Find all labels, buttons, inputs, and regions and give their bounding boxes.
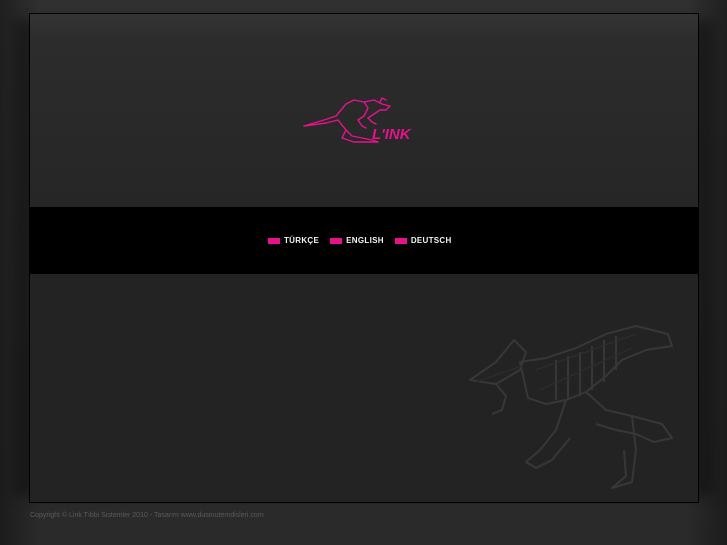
brand-logo[interactable]: L'INK (302, 96, 414, 150)
language-deutsch-link[interactable]: DEUTSCH (394, 236, 452, 246)
language-label: ENGLISH (346, 236, 384, 245)
language-label: DEUTSCH (410, 236, 452, 245)
language-list: TÜRKÇE ENGLISH DEUTSCH (268, 236, 452, 246)
kangaroo-skeleton-icon (469, 325, 673, 489)
language-bar: TÜRKÇE ENGLISH DEUTSCH (30, 207, 698, 274)
footer-copyright: Copyright © Link Tıbbi Sistemler 2010 - … (30, 512, 264, 519)
pink-bullet-icon (394, 238, 407, 244)
language-turkish-link[interactable]: TÜRKÇE (268, 236, 319, 246)
kangaroo-icon: L'INK (303, 97, 412, 143)
pink-bullet-icon (330, 238, 343, 244)
language-label: TÜRKÇE (284, 236, 320, 245)
pink-bullet-icon (268, 238, 280, 244)
header-panel: L'INK (30, 14, 698, 207)
language-english-link[interactable]: ENGLISH (330, 236, 384, 246)
logo-text: L'INK (372, 126, 412, 143)
